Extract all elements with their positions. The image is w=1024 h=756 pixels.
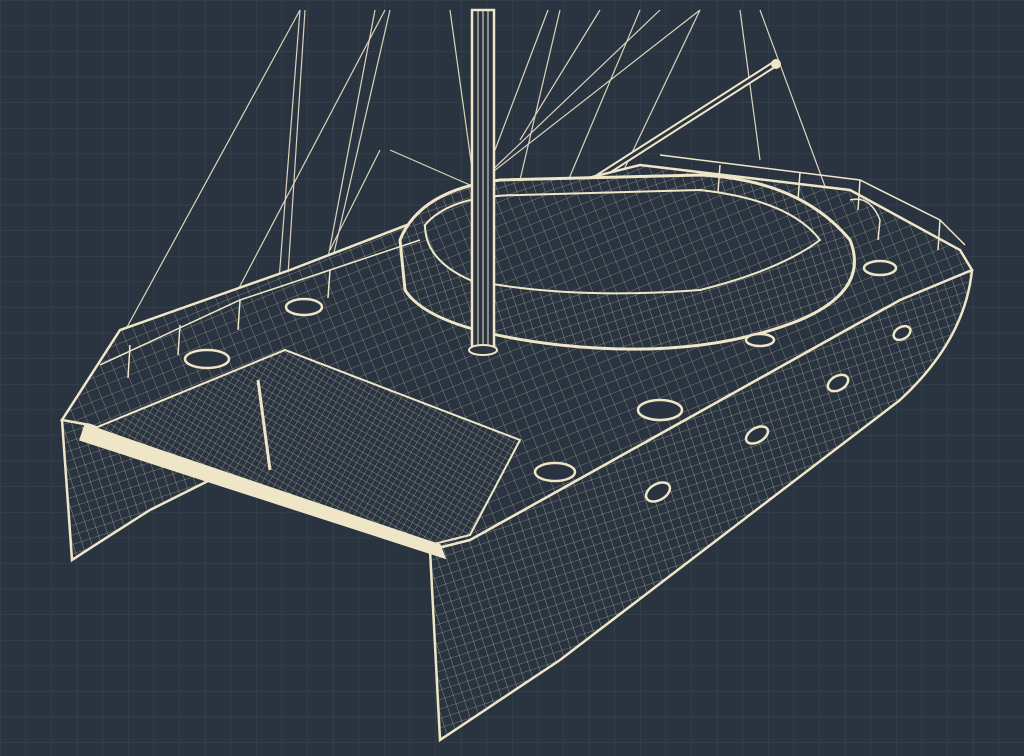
blueprint-canvas — [0, 0, 1024, 756]
mast — [468, 8, 498, 356]
catamaran-blueprint-drawing — [0, 0, 1024, 756]
